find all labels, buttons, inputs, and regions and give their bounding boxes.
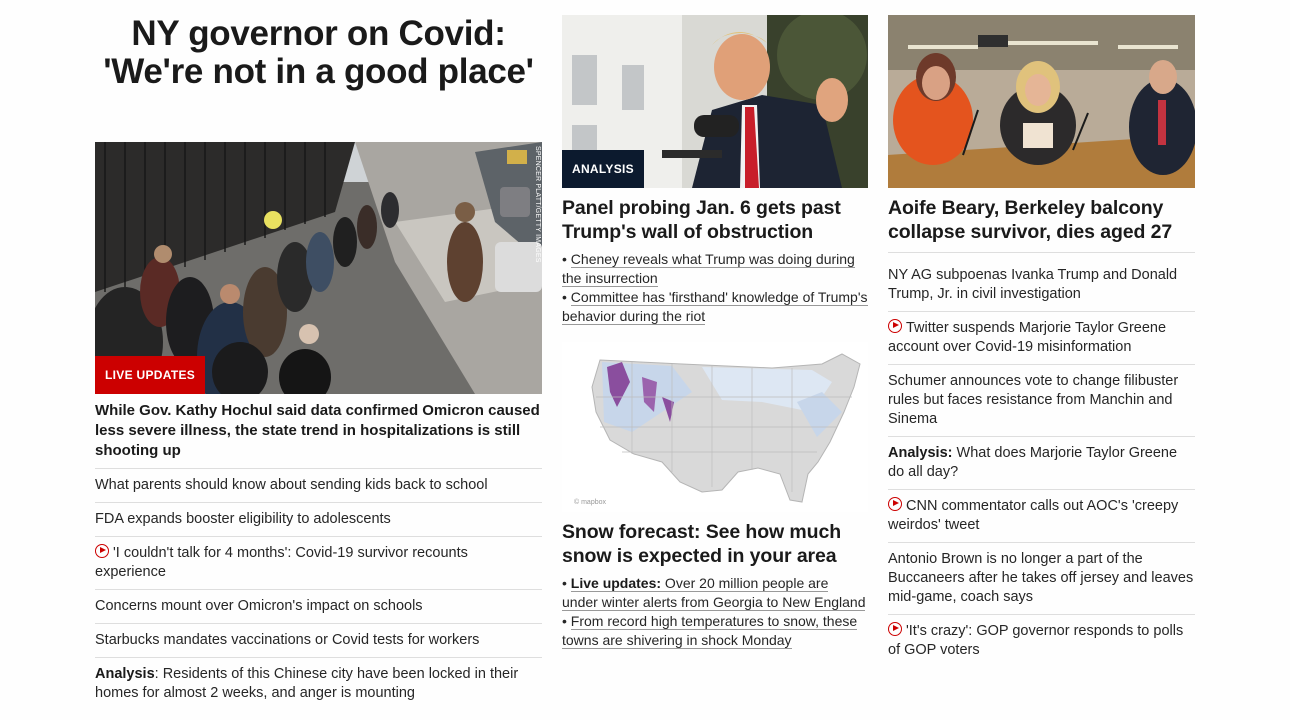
list-item[interactable]: Schumer announces vote to change filibus… [888,365,1195,437]
aoife-beary-headline[interactable]: Aoife Beary, Berkeley balcony collapse s… [888,188,1195,253]
list-item[interactable]: Analysis: What does Marjorie Taylor Gree… [888,437,1195,490]
list-item-text: Starbucks mandates vaccinations or Covid… [95,632,480,648]
bullet-link[interactable]: Cheney reveals what Trump was doing duri… [562,251,855,287]
list-item[interactable]: NY AG subpoenas Ivanka Trump and Donald … [888,259,1195,312]
right-column: Aoife Beary, Berkeley balcony collapse s… [888,15,1195,667]
list-item-text: Concerns mount over Omicron's impact on … [95,598,423,614]
list-item[interactable]: Concerns mount over Omicron's impact on … [95,590,542,624]
snow-headline[interactable]: Snow forecast: See how much snow is expe… [562,512,868,568]
bullet-item[interactable]: • From record high temperatures to snow,… [562,612,868,650]
related-stories-list: What parents should know about sending k… [95,469,542,710]
list-item[interactable]: 'I couldn't talk for 4 months': Covid-19… [95,537,542,590]
lead-story-link[interactable]: While Gov. Kathy Hochul said data confir… [95,394,542,469]
top-story-column: NY governor on Covid: 'We're not in a go… [95,0,542,710]
middle-column: ANALYSIS Panel probing Jan. 6 gets past … [562,15,868,650]
bullet-link[interactable]: Live updates: Over 20 million people are… [562,575,866,611]
video-play-icon [888,497,902,511]
hearing-photo[interactable] [888,15,1195,188]
bullet-link[interactable]: From record high temperatures to snow, t… [562,613,858,649]
list-item-text: 'It's crazy': GOP governor responds to p… [888,623,1184,658]
photo-credit: SPENCER PLATT/GETTY IMAGES [534,146,541,263]
live-updates-label: Live updates: [570,575,662,591]
jan6-headline[interactable]: Panel probing Jan. 6 gets past Trump's w… [562,188,868,244]
list-item-text: NY AG subpoenas Ivanka Trump and Donald … [888,267,1178,302]
map-brand: © mapbox [574,498,607,506]
bullet-item[interactable]: • Committee has 'firsthand' knowledge of… [562,288,868,326]
analysis-label: Analysis: [888,445,953,461]
list-item[interactable]: What parents should know about sending k… [95,469,542,503]
snow-bullets: • Live updates: Over 20 million people a… [562,568,868,650]
jan6-bullets: • Cheney reveals what Trump was doing du… [562,244,868,326]
list-item-text: 'I couldn't talk for 4 months': Covid-19… [95,545,468,580]
list-item-text: Schumer announces vote to change filibus… [888,373,1179,427]
bullet-link[interactable]: Committee has 'firsthand' knowledge of T… [562,289,868,325]
analysis-badge[interactable]: ANALYSIS [562,150,644,188]
snow-map[interactable]: © mapbox [562,342,868,512]
video-play-icon [888,622,902,636]
video-play-icon [888,319,902,333]
snow-map-image: © mapbox [562,342,868,512]
bullet-item[interactable]: • Live updates: Over 20 million people a… [562,574,868,612]
top-headline[interactable]: NY governor on Covid: 'We're not in a go… [95,0,542,142]
hearing-photo-image [888,15,1195,188]
list-item[interactable]: Antonio Brown is no longer a part of the… [888,543,1195,615]
list-item-text: CNN commentator calls out AOC's 'creepy … [888,498,1179,533]
list-item-text: : Residents of this Chinese city have be… [95,666,519,701]
list-item[interactable]: Analysis: Residents of this Chinese city… [95,658,542,710]
list-item[interactable]: FDA expands booster eligibility to adole… [95,503,542,537]
list-item-text: Twitter suspends Marjorie Taylor Greene … [888,320,1167,355]
list-item-text: Antonio Brown is no longer a part of the… [888,551,1194,605]
queue-photo[interactable]: SPENCER PLATT/GETTY IMAGES LIVE UPDATES [95,142,542,394]
list-item-text: What parents should know about sending k… [95,477,488,493]
bullet-item[interactable]: • Cheney reveals what Trump was doing du… [562,250,868,288]
list-item-text: FDA expands booster eligibility to adole… [95,511,391,527]
right-stories-list: NY AG subpoenas Ivanka Trump and Donald … [888,259,1195,667]
list-item[interactable]: CNN commentator calls out AOC's 'creepy … [888,490,1195,543]
trump-photo[interactable]: ANALYSIS [562,15,868,188]
list-item[interactable]: Twitter suspends Marjorie Taylor Greene … [888,312,1195,365]
list-item[interactable]: 'It's crazy': GOP governor responds to p… [888,615,1195,667]
video-play-icon [95,544,109,558]
top-headline-link[interactable]: NY governor on Covid: 'We're not in a go… [103,14,534,91]
live-updates-badge[interactable]: LIVE UPDATES [95,356,206,394]
list-item[interactable]: Starbucks mandates vaccinations or Covid… [95,624,542,658]
analysis-label: Analysis [95,666,155,682]
